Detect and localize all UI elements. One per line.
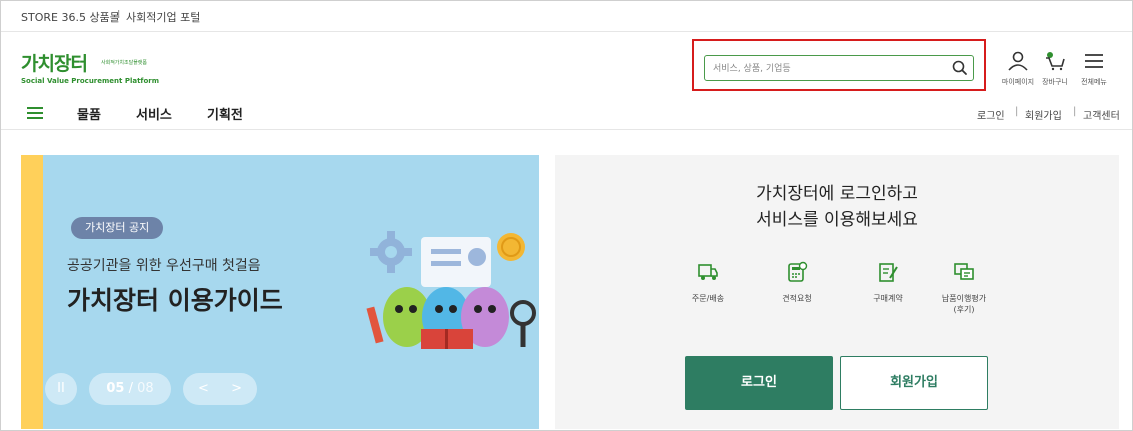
slide-counter: 05 / 08 xyxy=(89,373,171,405)
logo-main-text: 가치장터 xyxy=(21,53,88,75)
logo-sub-english: Social Value Procurement Platform xyxy=(21,77,160,85)
service-delivery-review[interactable]: 납품이행평가 (후기) xyxy=(924,261,1004,315)
slide-total: 08 xyxy=(137,381,154,396)
store-link[interactable]: STORE 36.5 상품몰 xyxy=(21,9,120,25)
search-box xyxy=(704,55,974,81)
banner-title: 가치장터 이용가이드 xyxy=(67,286,283,315)
nav-separator: | xyxy=(1015,106,1019,117)
service-label: 견적요청 xyxy=(782,294,812,303)
characters-illustration xyxy=(366,231,536,349)
topbar-separator: I xyxy=(117,8,121,21)
mypage-button[interactable]: 마이페이지 xyxy=(1000,51,1036,87)
next-slide-button[interactable]: > xyxy=(231,381,242,396)
nav-item-goods[interactable]: 물품 xyxy=(77,104,101,123)
nav-signup-link[interactable]: 회원가입 xyxy=(1025,107,1062,122)
all-menu-label: 전체메뉴 xyxy=(1081,78,1107,86)
contract-icon xyxy=(877,263,899,287)
service-label: 주문/배송 xyxy=(691,294,725,303)
service-purchase-contract[interactable]: 구매계약 xyxy=(848,261,928,304)
service-label: 납품이행평가 xyxy=(941,294,987,303)
calculator-icon xyxy=(786,261,808,287)
login-panel: 가치장터에 로그인하고 서비스를 이용해보세요 주문/배송 견적요청 구매계약 … xyxy=(555,155,1119,429)
pause-button[interactable]: II xyxy=(45,373,77,405)
truck-icon xyxy=(697,264,719,287)
service-label: 구매계약 xyxy=(873,294,903,303)
cart-button[interactable]: 장바구니 xyxy=(1037,51,1073,87)
user-icon xyxy=(1007,51,1029,75)
nav-login-link[interactable]: 로그인 xyxy=(977,107,1005,122)
mypage-label: 마이페이지 xyxy=(1001,78,1035,86)
slide-divider: / xyxy=(128,381,133,396)
login-panel-title-line2: 서비스를 이용해보세요 xyxy=(756,210,918,230)
login-button[interactable]: 로그인 xyxy=(685,356,833,410)
nav-item-exhibitions[interactable]: 기획전 xyxy=(207,104,243,123)
service-label-sub: (후기) xyxy=(953,305,975,314)
banner-subtitle: 공공기관을 위한 우선구매 첫걸음 xyxy=(67,258,261,274)
service-order-delivery[interactable]: 주문/배송 xyxy=(668,261,748,304)
nav-item-services[interactable]: 서비스 xyxy=(136,104,172,123)
nav-separator: | xyxy=(1073,106,1077,117)
login-panel-title-line1: 가치장터에 로그인하고 xyxy=(756,184,918,204)
all-menu-button[interactable]: 전체메뉴 xyxy=(1076,51,1112,87)
prev-slide-button[interactable]: < xyxy=(198,381,209,396)
nav-hamburger-icon[interactable] xyxy=(27,105,43,119)
banner-tag: 가치장터 공지 xyxy=(71,217,164,239)
search-icon[interactable] xyxy=(951,59,969,77)
search-input[interactable] xyxy=(711,59,945,79)
slide-current: 05 xyxy=(106,381,125,396)
top-bar: STORE 36.5 상품몰 I 사회적기업 포털 xyxy=(1,1,1132,32)
nav-divider xyxy=(1,129,1132,130)
signup-button[interactable]: 회원가입 xyxy=(840,356,988,410)
nav-customer-center-link[interactable]: 고객센터 xyxy=(1083,107,1120,122)
cart-icon xyxy=(1043,52,1067,75)
banner-accent-strip xyxy=(21,155,43,429)
logo-sub-korean: 사회적가치조달플랫폼 xyxy=(101,60,148,66)
cart-label: 장바구니 xyxy=(1042,78,1068,86)
promo-banner[interactable]: 가치장터 공지 공공기관을 위한 우선구매 첫걸음 가치장터 이용가이드 II … xyxy=(21,155,539,429)
review-icon xyxy=(953,263,975,287)
hamburger-icon xyxy=(1083,54,1105,75)
slide-nav: < > xyxy=(183,373,257,405)
service-quote-request[interactable]: 견적요청 xyxy=(757,261,837,304)
social-enterprise-portal-link[interactable]: 사회적기업 포털 xyxy=(126,9,200,25)
